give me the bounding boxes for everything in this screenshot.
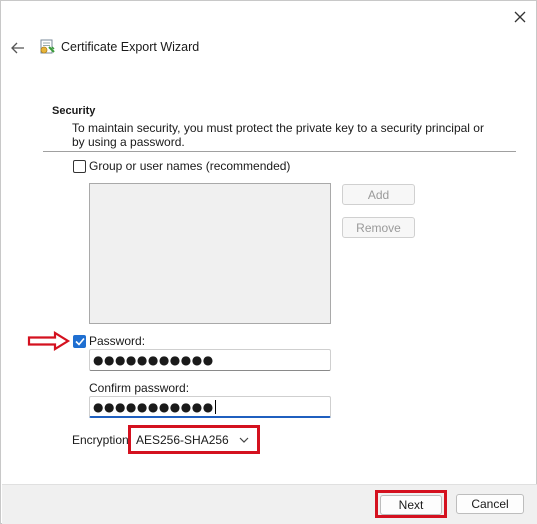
back-arrow-icon [11,42,24,54]
group-user-names-checkbox[interactable] [73,160,86,173]
cancel-button[interactable]: Cancel [456,494,524,514]
password-value: ●●●●●●●●●●● [93,353,214,367]
red-arrow-annotation-icon [27,331,71,351]
group-user-names-list [89,183,331,324]
encryption-label: Encryption: [72,433,133,447]
wizard-title: Certificate Export Wizard [61,40,200,54]
confirm-password-label: Confirm password: [89,381,190,395]
add-button[interactable]: Add [342,184,415,205]
encryption-selected-value: AES256-SHA256 [136,432,229,447]
password-field[interactable]: ●●●●●●●●●●● [89,349,331,371]
close-button[interactable] [505,5,535,29]
close-icon [514,11,526,23]
text-caret [214,399,216,414]
encryption-dropdown[interactable]: AES256-SHA256 [134,430,255,449]
separator [43,151,516,152]
certificate-export-wizard-window: Certificate Export Wizard Security To ma… [0,0,537,524]
back-button[interactable] [7,37,29,59]
next-button[interactable]: Next [380,495,442,515]
group-user-names-label[interactable]: Group or user names (recommended) [89,159,290,173]
certificate-icon [38,38,56,56]
section-description: To maintain security, you must protect t… [72,121,484,149]
chevron-down-icon [239,437,249,443]
confirm-password-field[interactable]: ●●●●●●●●●●● [89,396,331,418]
checkmark-icon [74,337,85,346]
remove-button[interactable]: Remove [342,217,415,238]
password-label[interactable]: Password: [89,334,145,348]
confirm-password-value: ●●●●●●●●●●● [93,399,214,414]
section-title: Security [52,105,96,117]
password-checkbox[interactable] [73,335,86,348]
